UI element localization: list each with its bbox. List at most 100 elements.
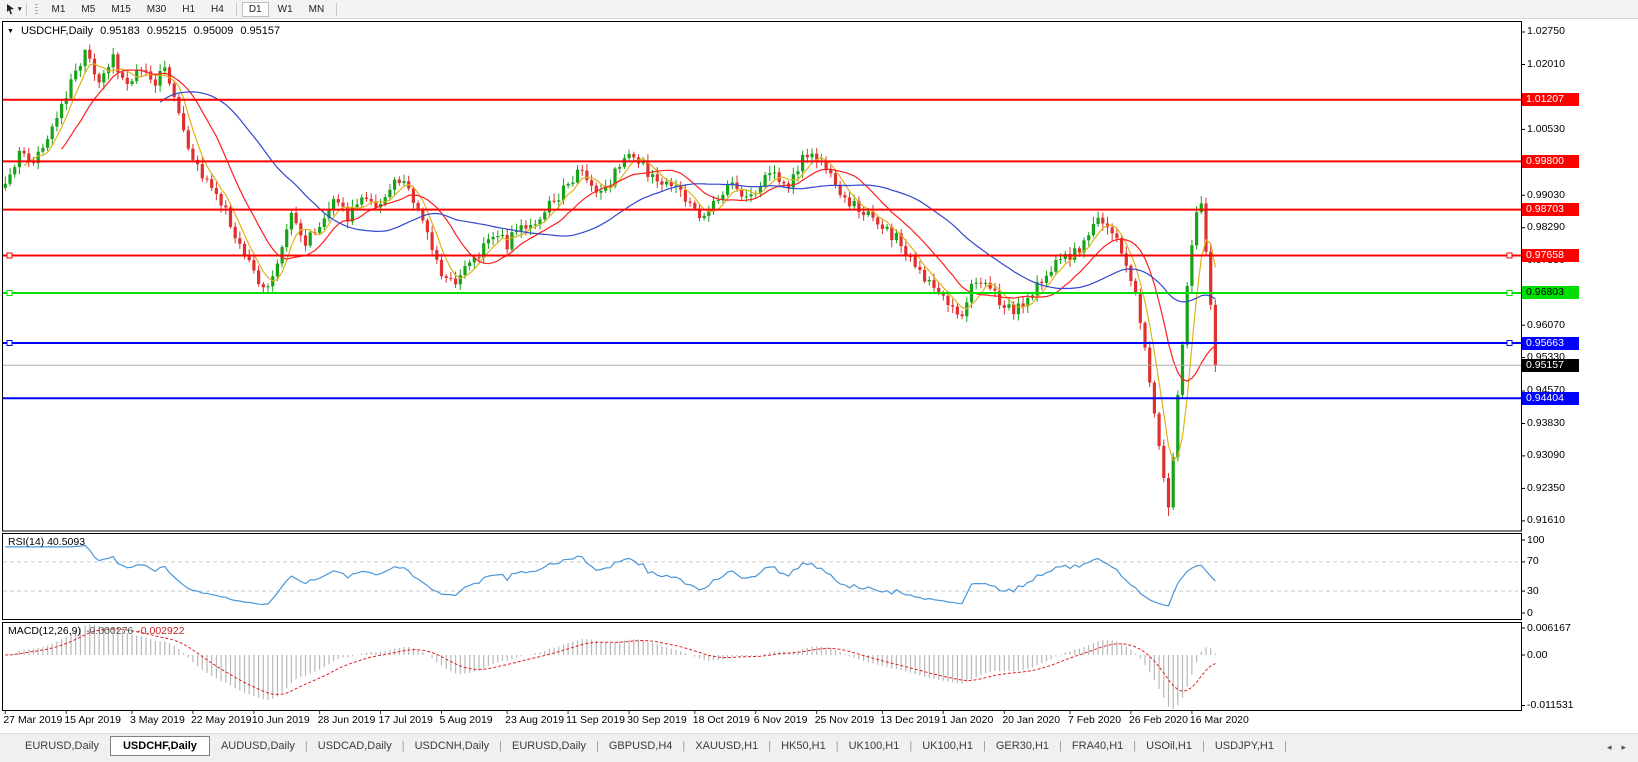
macd-tick-label: 0.006167 (1527, 621, 1571, 634)
scroll-tabs-right-icon[interactable]: ▸ (1621, 742, 1626, 753)
ma-medium-line (61, 69, 1216, 382)
tab-uk100-h1[interactable]: UK100,H1 (840, 737, 909, 755)
tab-usdjpy-h1[interactable]: USDJPY,H1 (1206, 737, 1283, 755)
timeframe-w1-button[interactable]: W1 (271, 2, 300, 17)
tab-separator: | (1283, 739, 1287, 752)
date-tick-label: 26 Feb 2020 (1128, 714, 1188, 726)
current-price-label: 0.95157 (1522, 358, 1579, 372)
toolbar-separator (336, 2, 338, 16)
price-line-label[interactable]: 1.01207 (1522, 93, 1579, 107)
rsi-tick-label: 0 (1527, 606, 1533, 619)
timeframe-h4-button[interactable]: H4 (204, 2, 231, 17)
chart-canvas[interactable] (0, 0, 1638, 733)
macd-name: MACD(12,26,9) (8, 625, 81, 637)
tab-gbpusd-h4[interactable]: GBPUSD,H4 (600, 737, 682, 755)
timeframe-m30-button[interactable]: M30 (140, 2, 173, 17)
candlesticks (3, 44, 1217, 517)
pane-border (2, 622, 1522, 711)
open-value: 0.95183 (100, 25, 140, 37)
macd-main-value: -0.000276 (85, 625, 134, 637)
toolbar-grip-handle[interactable] (34, 3, 38, 15)
price-tick-label: 1.02010 (1527, 57, 1565, 70)
line-handle (6, 340, 13, 346)
timeframe-m1-button[interactable]: M1 (45, 2, 73, 17)
tab-xauusd-h1[interactable]: XAUUSD,H1 (686, 737, 767, 755)
date-tick-label: 10 Jun 2019 (251, 714, 310, 726)
ma-fast-line (23, 63, 1216, 462)
tab-scroll-controls: ◂ ▸ (1607, 734, 1626, 753)
price-line-label[interactable]: 0.96803 (1522, 286, 1579, 300)
timeframe-group-intraday: M1 M5 M15 M30 H1 H4 (44, 2, 232, 17)
timeframe-m5-button[interactable]: M5 (74, 2, 102, 17)
high-value: 0.95215 (146, 25, 187, 37)
price-line-label[interactable]: 0.99800 (1522, 154, 1579, 168)
tab-ger30-h1[interactable]: GER30,H1 (987, 737, 1058, 755)
timeframe-group-higher: D1 W1 MN (241, 1, 332, 17)
tab-fra40-h1[interactable]: FRA40,H1 (1063, 737, 1132, 755)
low-value: 0.95009 (193, 25, 234, 37)
tool-dropdown-caret-icon[interactable]: ▾ (18, 5, 22, 13)
chart-tabs: EURUSD,Daily USDCHF,Daily AUDUSD,Daily | USD… (16, 734, 1288, 757)
tab-uk100-h1[interactable]: UK100,H1 (913, 737, 982, 755)
rsi-indicator-label: RSI(14) 40.5093 (8, 536, 86, 548)
macd-signal-value: -0.002922 (137, 625, 185, 637)
tab-usdcnh-daily[interactable]: USDCNH,Daily (406, 737, 499, 755)
macd-histogram (9, 624, 1217, 709)
timeframe-d1-button[interactable]: D1 (241, 1, 269, 17)
date-tick-label: 3 May 2019 (129, 714, 185, 726)
tab-audusd-daily[interactable]: AUDUSD,Daily (212, 737, 304, 755)
timeframe-mn-button[interactable]: MN (302, 2, 332, 17)
trading-terminal-window: ▾ M1 M5 M15 M30 H1 H4 D1 W1 MN ▼ USDCHF,Daily 0… (0, 0, 1638, 762)
pane-border (2, 533, 1522, 620)
timeframe-m15-button[interactable]: M15 (104, 2, 137, 17)
date-tick-label: 11 Sep 2019 (566, 714, 625, 726)
pane-border (2, 21, 1522, 532)
macd-signal-line (5, 628, 1216, 696)
price-tick-label: 0.92350 (1527, 481, 1565, 494)
date-tick-label: 27 Mar 2019 (3, 714, 63, 726)
symbol-period-label: USDCHF,Daily (20, 25, 94, 37)
tab-usdcad-daily[interactable]: USDCAD,Daily (309, 737, 401, 755)
tab-usoil-h1[interactable]: USOil,H1 (1137, 737, 1201, 755)
date-tick-label: 20 Jan 2020 (1002, 714, 1061, 726)
date-tick-label: 1 Jan 2020 (941, 714, 994, 726)
toolbar-separator (235, 2, 237, 16)
chart-tabs-bar: EURUSD,Daily USDCHF,Daily AUDUSD,Daily | USD… (0, 733, 1638, 762)
cursor-tool-icon (7, 4, 14, 15)
line-handle (1506, 290, 1513, 296)
line-handle (6, 290, 13, 296)
cursor-tool-button[interactable]: ▾ (5, 3, 22, 15)
timeframe-h1-button[interactable]: H1 (175, 2, 202, 17)
price-line-label[interactable]: 0.97658 (1522, 248, 1579, 262)
price-tick-label: 0.93830 (1527, 416, 1565, 429)
tab-hk50-h1[interactable]: HK50,H1 (772, 737, 835, 755)
price-tick-label: 0.98290 (1527, 221, 1565, 234)
price-line-label[interactable]: 0.95663 (1522, 336, 1579, 350)
rsi-line (5, 544, 1216, 607)
macd-tick-label: -0.011531 (1527, 698, 1574, 711)
price-line-label[interactable]: 0.98703 (1522, 203, 1579, 217)
line-handle (1506, 340, 1513, 346)
tab-usdchf-daily[interactable]: USDCHF,Daily (109, 735, 210, 756)
date-tick-label: 5 Aug 2019 (439, 714, 493, 726)
price-tick-label: 0.93090 (1527, 449, 1565, 462)
scroll-tabs-left-icon[interactable]: ◂ (1607, 742, 1612, 753)
rsi-tick-label: 70 (1527, 555, 1539, 568)
date-tick-label: 16 Mar 2020 (1189, 714, 1249, 726)
line-handle (1506, 252, 1513, 259)
tab-eurusd-daily[interactable]: EURUSD,Daily (503, 737, 595, 755)
date-tick-label: 30 Sep 2019 (627, 714, 687, 726)
collapse-chart-icon[interactable]: ▼ (7, 28, 14, 35)
chart-title: ▼ USDCHF,Daily 0.95183 0.95215 0.95009 0… (7, 25, 280, 37)
date-tick-label: 13 Dec 2019 (880, 714, 940, 726)
ma-slow-line (159, 91, 1216, 303)
date-tick-label: 15 Apr 2019 (64, 714, 121, 726)
price-tick-label: 0.99030 (1527, 188, 1565, 201)
date-tick-label: 7 Feb 2020 (1067, 714, 1122, 726)
price-line-label[interactable]: 0.94404 (1522, 391, 1579, 405)
date-tick-label: 22 May 2019 (190, 714, 252, 726)
toolbar-separator (25, 2, 27, 16)
tab-eurusd-daily[interactable]: EURUSD,Daily (16, 737, 108, 755)
date-tick-label: 23 Aug 2019 (505, 714, 565, 726)
timeframes-toolbar: ▾ M1 M5 M15 M30 H1 H4 D1 W1 MN (0, 0, 1638, 19)
